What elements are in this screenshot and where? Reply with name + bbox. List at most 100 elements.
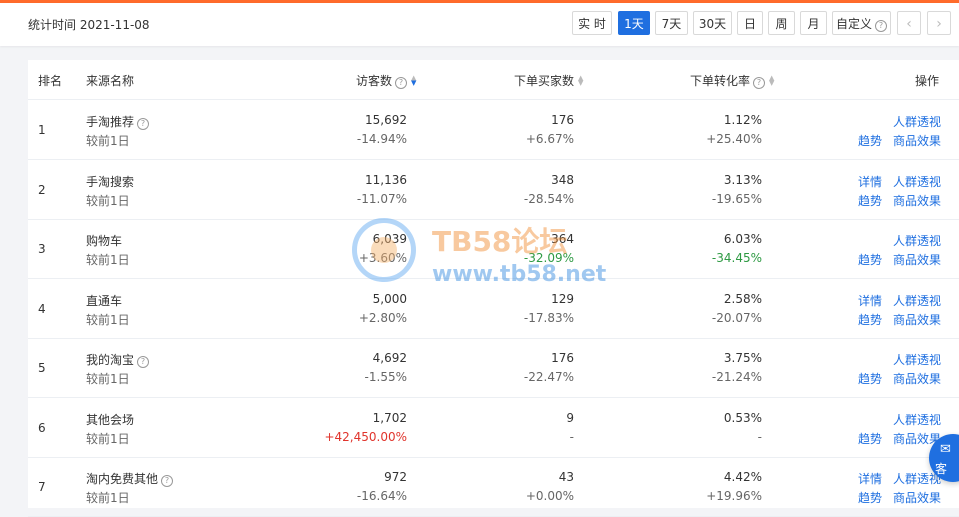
visitors-value: 4,692 <box>372 351 407 365</box>
goods-link[interactable]: 商品效果 <box>893 311 941 328</box>
goods-link[interactable]: 商品效果 <box>893 192 941 209</box>
sort-icon[interactable]: ▲ ▼ <box>411 75 416 87</box>
goods-link[interactable]: 商品效果 <box>893 489 941 506</box>
trend-link[interactable]: 趋势 <box>858 132 882 149</box>
customer-service-label: 客 <box>935 462 948 476</box>
visitors-value: 5,000 <box>372 291 407 306</box>
table-row: 1 手淘推荐? 较前1日 15,692 -14.94% 176 +6.67% 1.12% +25… <box>28 100 959 160</box>
visitors-value: 1,702 <box>372 410 407 425</box>
buyers-change: +6.67% <box>525 132 574 146</box>
visitors-change: -16.64% <box>356 489 407 503</box>
conversion-change: +25.40% <box>706 132 762 146</box>
rank: 5 <box>38 361 46 375</box>
col-conversion-label: 下单转化率 <box>690 74 751 88</box>
buyers-value: 9 <box>566 410 574 425</box>
buyers-value: 129 <box>551 291 574 306</box>
visitors-change: -14.94% <box>356 132 407 146</box>
btn-7day[interactable]: 7天 <box>655 11 688 35</box>
crowd-link[interactable]: 人群透视 <box>893 232 941 249</box>
buyers-value: 176 <box>551 113 574 127</box>
trend-link[interactable]: 趋势 <box>858 192 882 209</box>
source-name-label: 淘内免费其他 <box>86 472 159 486</box>
crowd-link[interactable]: 人群透视 <box>893 411 941 428</box>
chevron-left-icon: ‹ <box>906 16 912 32</box>
col-conversion[interactable]: 下单转化率? ▲ ▼ <box>690 72 774 89</box>
trend-link[interactable]: 趋势 <box>858 430 882 447</box>
visitors-change: +42,450.00% <box>324 429 407 444</box>
source-name-label: 我的淘宝 <box>86 353 135 367</box>
source-name: 直通车 <box>86 292 122 309</box>
table-row: 4 直通车 较前1日 5,000 +2.80% 129 -17.83% 2.58% -20.07… <box>28 279 959 339</box>
chevron-right-icon: › <box>936 16 942 32</box>
compare-label: 较前1日 <box>86 431 130 446</box>
btn-realtime[interactable]: 实 时 <box>572 11 612 35</box>
trend-link[interactable]: 趋势 <box>858 251 882 268</box>
prev-date-button[interactable]: ‹ <box>897 11 921 35</box>
visitors-change: -11.07% <box>356 191 407 206</box>
goods-link[interactable]: 商品效果 <box>893 370 941 387</box>
detail-link[interactable]: 详情 <box>858 470 882 487</box>
conversion-change: -19.65% <box>711 191 762 206</box>
source-name: 购物车 <box>86 232 122 249</box>
source-name: 其他会场 <box>86 411 134 428</box>
visitors-value: 11,136 <box>365 172 407 187</box>
detail-link[interactable]: 详情 <box>858 292 882 309</box>
stat-time: 统计时间 2021-11-08 <box>28 18 150 32</box>
buyers-value: 348 <box>551 172 574 187</box>
chat-icon: ✉ <box>940 442 951 457</box>
table-row: 3 购物车 较前1日 6,039 +3.60% 364 -32.09% 6.03% -34.45… <box>28 219 959 279</box>
visitors-value: 15,692 <box>365 113 407 127</box>
conversion-value: 3.75% <box>723 351 762 365</box>
rank: 4 <box>38 301 46 316</box>
col-rank: 排名 <box>38 74 63 88</box>
buyers-change: -32.09% <box>523 251 574 265</box>
buyers-value: 43 <box>558 470 574 484</box>
btn-30day[interactable]: 30天 <box>693 11 732 35</box>
col-visitors[interactable]: 访客数? ▲ ▼ <box>356 72 416 89</box>
buyers-change: -17.83% <box>523 310 574 325</box>
trend-link[interactable]: 趋势 <box>858 489 882 506</box>
buyers-change: - <box>569 429 574 444</box>
source-name-label: 手淘推荐 <box>86 115 135 129</box>
compare-label: 较前1日 <box>86 193 130 208</box>
col-source-name: 来源名称 <box>86 74 135 88</box>
crowd-link[interactable]: 人群透视 <box>893 113 941 130</box>
crowd-link[interactable]: 人群透视 <box>893 292 941 309</box>
btn-day[interactable]: 日 <box>737 11 763 35</box>
source-name: 手淘搜索 <box>86 173 134 190</box>
source-name-label: 其他会场 <box>86 412 135 427</box>
conversion-change: +19.96% <box>706 489 762 503</box>
rank: 6 <box>38 420 46 435</box>
visitors-value: 6,039 <box>372 232 407 246</box>
conversion-value: 2.58% <box>723 291 762 306</box>
crowd-link[interactable]: 人群透视 <box>893 173 941 190</box>
conversion-value: 4.42% <box>723 470 762 484</box>
btn-month[interactable]: 月 <box>800 11 827 35</box>
conversion-value: 1.12% <box>723 113 762 127</box>
detail-link[interactable]: 详情 <box>858 173 882 190</box>
trend-link[interactable]: 趋势 <box>858 311 882 328</box>
col-buyers-label: 下单买家数 <box>514 74 575 88</box>
buyers-change: +0.00% <box>525 489 574 503</box>
goods-link[interactable]: 商品效果 <box>893 251 941 268</box>
conversion-change: -34.45% <box>711 251 762 265</box>
sort-icon[interactable]: ▲ ▼ <box>769 75 774 87</box>
crowd-link[interactable]: 人群透视 <box>893 351 941 368</box>
trend-link[interactable]: 趋势 <box>858 370 882 387</box>
btn-week[interactable]: 周 <box>768 11 795 35</box>
compare-label: 较前1日 <box>86 134 130 148</box>
table-row: 5 我的淘宝? 较前1日 4,692 -1.55% 176 -22.47% 3.75% -21.… <box>28 338 959 398</box>
buyers-change: -22.47% <box>523 370 574 384</box>
goods-link[interactable]: 商品效果 <box>893 132 941 149</box>
next-date-button[interactable]: › <box>927 11 951 35</box>
btn-custom[interactable]: 自定义? <box>832 11 891 35</box>
table-row: 7 淘内免费其他? 较前1日 972 -16.64% 43 +0.00% 4.42% +19.9… <box>28 457 959 517</box>
source-name-label: 直通车 <box>86 293 123 308</box>
sort-icon[interactable]: ▲ ▼ <box>578 75 583 87</box>
visitors-value: 972 <box>384 470 407 484</box>
btn-1day[interactable]: 1天 <box>618 11 650 35</box>
source-name: 淘内免费其他? <box>86 470 174 487</box>
visitors-change: +2.80% <box>358 310 407 325</box>
col-buyers[interactable]: 下单买家数 ▲ ▼ <box>514 72 583 89</box>
help-icon: ? <box>137 356 150 368</box>
